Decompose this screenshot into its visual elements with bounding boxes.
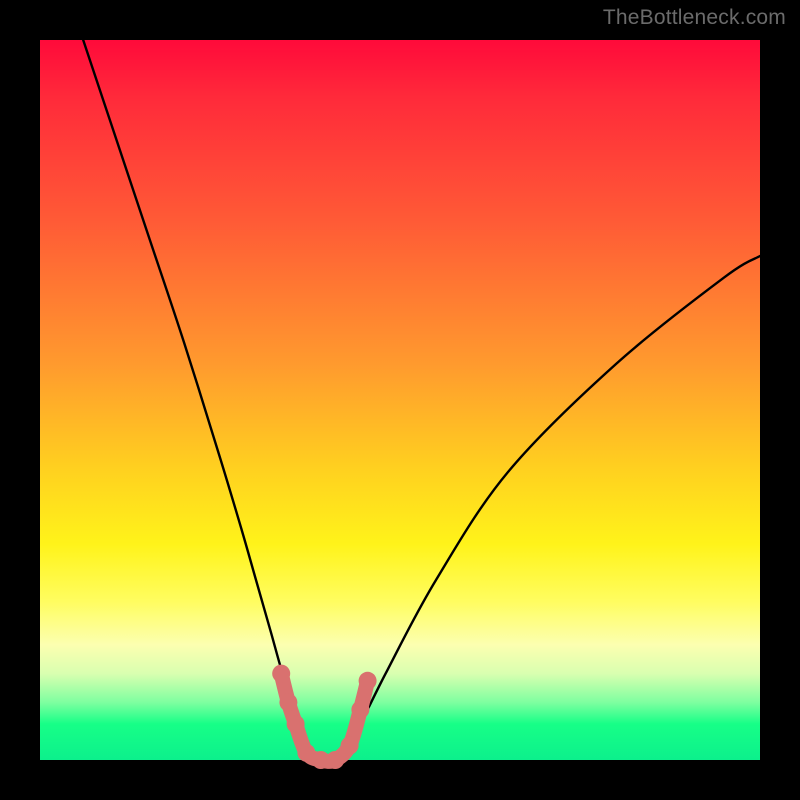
highlight-dot <box>326 751 344 769</box>
curve-layer <box>40 40 760 760</box>
highlight-dot <box>341 737 359 755</box>
highlight-dot <box>351 701 369 719</box>
highlight-dot <box>359 672 377 690</box>
highlight-dot <box>287 715 305 733</box>
highlight-dot <box>272 665 290 683</box>
bottleneck-curve <box>83 40 760 761</box>
watermark-label: TheBottleneck.com <box>603 6 786 30</box>
plot-area <box>40 40 760 760</box>
highlight-dot <box>279 693 297 711</box>
chart-frame: TheBottleneck.com <box>0 0 800 800</box>
